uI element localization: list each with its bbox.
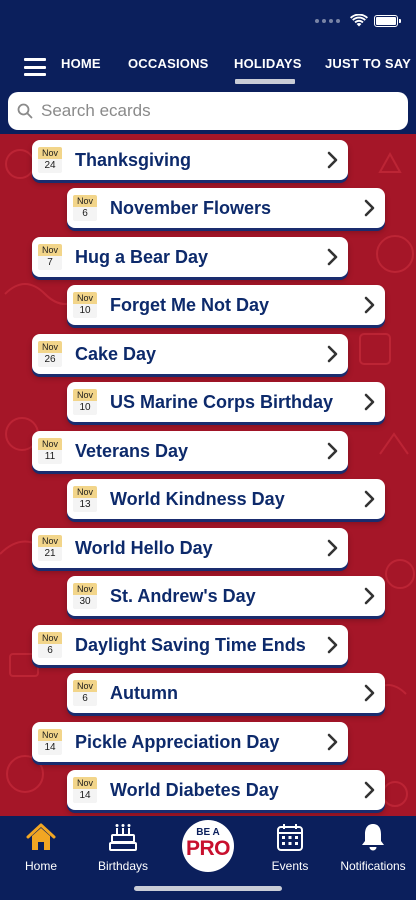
- date-badge: Nov 24: [38, 147, 62, 173]
- holiday-title: Daylight Saving Time Ends: [75, 634, 306, 655]
- calendar-icon: [277, 824, 303, 851]
- list-item[interactable]: Nov 6 Autumn: [67, 673, 385, 713]
- list-item[interactable]: Nov 21 World Hello Day: [32, 528, 348, 568]
- holiday-title: November Flowers: [110, 197, 272, 218]
- chevron-right-icon: [327, 151, 338, 169]
- chevron-right-icon: [364, 684, 375, 702]
- list-item[interactable]: Nov 10 US Marine Corps Birthday: [67, 382, 385, 422]
- top-nav: HOME OCCASIONS HOLIDAYS JUST TO SAY: [0, 44, 416, 88]
- date-badge: Nov 6: [73, 195, 97, 221]
- list-item[interactable]: Nov 24 Thanksgiving: [32, 140, 348, 180]
- date-badge: Nov 14: [38, 729, 62, 755]
- signal-icon: [315, 18, 340, 23]
- bottom-nav: Home Birthdays BE A PRO Events Notificat…: [0, 816, 416, 900]
- nav-home[interactable]: Home: [20, 822, 62, 873]
- chevron-right-icon: [327, 248, 338, 266]
- menu-icon[interactable]: [24, 58, 46, 76]
- date-badge: Nov 14: [73, 777, 97, 803]
- holiday-title: Thanksgiving: [75, 149, 192, 170]
- list-item[interactable]: Nov 14 Pickle Appreciation Day: [32, 722, 348, 762]
- tab-home[interactable]: HOME: [61, 56, 101, 71]
- chevron-right-icon: [364, 587, 375, 605]
- chevron-right-icon: [327, 733, 338, 751]
- date-badge: Nov 26: [38, 341, 62, 367]
- date-badge: Nov 6: [73, 680, 97, 706]
- chevron-right-icon: [364, 781, 375, 799]
- date-badge: Nov 7: [38, 244, 62, 270]
- holiday-title: Forget Me Not Day: [110, 294, 270, 315]
- list-item[interactable]: Nov 6 November Flowers: [67, 188, 385, 228]
- search-icon: [17, 103, 33, 119]
- holiday-title: World Hello Day: [75, 537, 213, 558]
- chevron-right-icon: [364, 296, 375, 314]
- date-badge: Nov 13: [73, 486, 97, 512]
- date-badge: Nov 11: [38, 438, 62, 464]
- date-badge: Nov 10: [73, 389, 97, 415]
- wifi-icon: [350, 14, 368, 27]
- holiday-title: World Kindness Day: [110, 488, 285, 509]
- be-a-pro-button[interactable]: BE A PRO: [182, 820, 234, 872]
- list-item[interactable]: Nov 7 Hug a Bear Day: [32, 237, 348, 277]
- holiday-title: US Marine Corps Birthday: [110, 391, 334, 412]
- chevron-right-icon: [364, 490, 375, 508]
- nav-notifications[interactable]: Notifications: [334, 822, 412, 873]
- date-badge: Nov 30: [73, 583, 97, 609]
- holiday-title: Veterans Day: [75, 440, 189, 461]
- date-badge: Nov 10: [73, 292, 97, 318]
- home-icon: [26, 823, 56, 850]
- list-item[interactable]: Nov 14 World Diabetes Day: [67, 770, 385, 810]
- holiday-title: St. Andrew's Day: [110, 585, 256, 606]
- nav-birthdays[interactable]: Birthdays: [93, 822, 153, 873]
- list-item[interactable]: Nov 6 Daylight Saving Time Ends: [32, 625, 348, 665]
- tab-holidays[interactable]: HOLIDAYS: [234, 56, 302, 71]
- tab-occasions[interactable]: OCCASIONS: [128, 56, 209, 71]
- chevron-right-icon: [364, 199, 375, 217]
- list-item[interactable]: Nov 11 Veterans Day: [32, 431, 348, 471]
- active-tab-indicator: [235, 79, 295, 84]
- holiday-title: Cake Day: [75, 343, 157, 364]
- date-badge: Nov 6: [38, 632, 62, 658]
- search-box[interactable]: [8, 92, 408, 130]
- chevron-right-icon: [327, 636, 338, 654]
- list-item[interactable]: Nov 10 Forget Me Not Day: [67, 285, 385, 325]
- chevron-right-icon: [327, 539, 338, 557]
- holiday-list[interactable]: Nov 24 Thanksgiving Nov 6 November Flowers…: [0, 134, 416, 816]
- holiday-title: World Diabetes Day: [110, 779, 279, 800]
- holiday-title: Hug a Bear Day: [75, 246, 209, 267]
- birthday-cake-icon: [109, 824, 137, 851]
- home-indicator: [134, 886, 282, 891]
- holiday-title: Autumn: [110, 682, 178, 703]
- holiday-title: Pickle Appreciation Day: [75, 731, 280, 752]
- chevron-right-icon: [364, 393, 375, 411]
- status-icons: [315, 14, 401, 27]
- nav-events[interactable]: Events: [268, 822, 312, 873]
- date-badge: Nov 21: [38, 535, 62, 561]
- tab-just-to-say[interactable]: JUST TO SAY: [325, 56, 411, 71]
- chevron-right-icon: [327, 345, 338, 363]
- battery-icon: [374, 14, 401, 27]
- bell-icon: [362, 824, 384, 851]
- list-item[interactable]: Nov 30 St. Andrew's Day: [67, 576, 385, 616]
- status-bar: [0, 0, 416, 44]
- list-item[interactable]: Nov 13 World Kindness Day: [67, 479, 385, 519]
- list-item[interactable]: Nov 26 Cake Day: [32, 334, 348, 374]
- search-input[interactable]: [41, 101, 381, 121]
- chevron-right-icon: [327, 442, 338, 460]
- search-bar: [0, 88, 416, 134]
